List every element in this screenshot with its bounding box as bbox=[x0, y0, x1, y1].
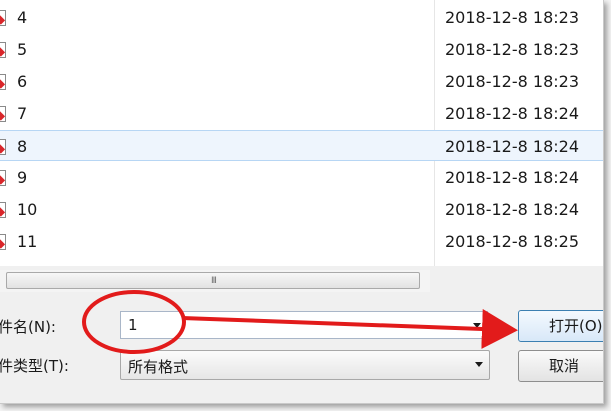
filetype-value: 所有格式 bbox=[128, 358, 189, 376]
horizontal-scrollbar[interactable]: III bbox=[0, 270, 430, 292]
chevron-down-icon[interactable] bbox=[475, 362, 483, 367]
file-name: 6 bbox=[17, 72, 28, 91]
file-name: 8 bbox=[17, 137, 28, 156]
file-row[interactable]: 10 2018-12-8 18:24 bbox=[0, 194, 603, 225]
filetype-label: 件类型(T): bbox=[0, 357, 69, 375]
document-icon bbox=[0, 106, 6, 122]
file-row[interactable]: 5 2018-12-8 18:23 bbox=[0, 34, 603, 65]
document-icon bbox=[0, 170, 6, 186]
file-date: 2018-12-8 18:24 bbox=[445, 137, 579, 156]
scrollbar-grip: III bbox=[211, 276, 217, 286]
file-row[interactable]: 4 2018-12-8 18:23 bbox=[0, 2, 603, 33]
file-date: 2018-12-8 18:23 bbox=[445, 8, 579, 27]
document-icon bbox=[0, 42, 6, 58]
cancel-button[interactable]: 取消 bbox=[518, 350, 603, 382]
filename-value: 1 bbox=[128, 316, 138, 334]
file-row[interactable]: 6 2018-12-8 18:23 bbox=[0, 66, 603, 97]
document-icon bbox=[0, 10, 6, 26]
chevron-down-icon[interactable] bbox=[473, 323, 481, 328]
file-name: 4 bbox=[17, 8, 28, 27]
document-icon bbox=[0, 202, 6, 218]
file-list[interactable]: 4 2018-12-8 18:23 5 2018-12-8 18:23 6 2018-12… bbox=[0, 0, 603, 266]
file-date: 2018-12-8 18:24 bbox=[445, 200, 579, 219]
document-icon bbox=[0, 139, 6, 155]
file-date: 2018-12-8 18:23 bbox=[445, 72, 579, 91]
file-name: 11 bbox=[17, 232, 38, 251]
file-date: 2018-12-8 18:23 bbox=[445, 40, 579, 59]
file-row[interactable]: 7 2018-12-8 18:24 bbox=[0, 98, 603, 129]
file-name: 10 bbox=[17, 200, 38, 219]
scrollbar-thumb[interactable]: III bbox=[6, 272, 420, 289]
filetype-select[interactable]: 所有格式 bbox=[120, 350, 490, 380]
open-file-dialog: 4 2018-12-8 18:23 5 2018-12-8 18:23 6 2018-12… bbox=[0, 0, 604, 404]
file-name: 5 bbox=[17, 40, 28, 59]
file-name: 9 bbox=[17, 168, 28, 187]
file-row[interactable]: 9 2018-12-8 18:24 bbox=[0, 162, 603, 193]
open-button[interactable]: 打开(O) bbox=[518, 310, 603, 342]
file-date: 2018-12-8 18:25 bbox=[445, 232, 579, 251]
document-icon bbox=[0, 234, 6, 250]
document-icon bbox=[0, 74, 6, 90]
file-date: 2018-12-8 18:24 bbox=[445, 104, 579, 123]
file-date: 2018-12-8 18:24 bbox=[445, 168, 579, 187]
file-row[interactable]: 8 2018-12-8 18:24 bbox=[0, 130, 603, 161]
file-row[interactable]: 11 2018-12-8 18:25 bbox=[0, 226, 603, 257]
filename-label: 件名(N): bbox=[0, 318, 56, 336]
file-name: 7 bbox=[17, 104, 28, 123]
filename-input[interactable]: 1 bbox=[120, 311, 488, 339]
